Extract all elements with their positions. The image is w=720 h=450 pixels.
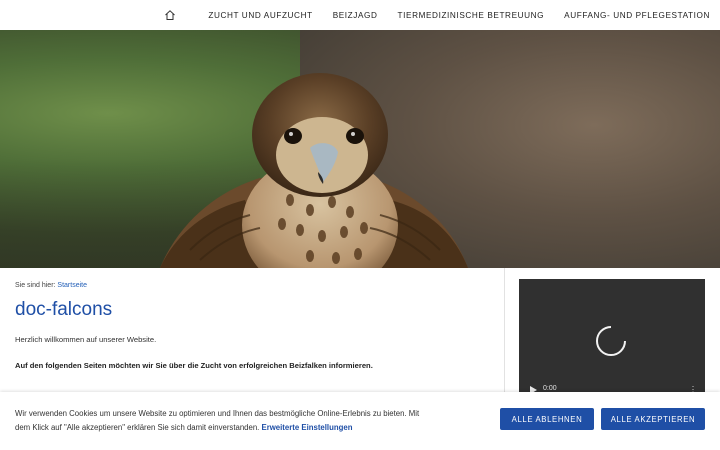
main-content: Sie sind hier: Startseite doc-falcons He… [15, 282, 495, 370]
falcon-image [160, 73, 468, 268]
nav-item-auffang[interactable]: AUFFANG- UND PFLEGESTATION [564, 11, 710, 20]
home-icon[interactable] [164, 9, 176, 21]
cookie-text: Wir verwenden Cookies um unsere Website … [15, 409, 420, 432]
intro-text: Auf den folgenden Seiten möchten wir Sie… [15, 361, 373, 370]
top-navigation: ZUCHT UND AUFZUCHT BEIZJAGD TIERMEDIZINI… [0, 0, 720, 30]
cookie-settings-link[interactable]: Erweiterte Einstellungen [262, 423, 353, 432]
breadcrumb-link-startseite[interactable]: Startseite [57, 282, 87, 289]
reject-all-button[interactable]: ALLE ABLEHNEN [500, 408, 594, 430]
hero-image [0, 30, 720, 268]
nav-item-beizjagd[interactable]: BEIZJAGD [333, 11, 378, 20]
accept-all-button[interactable]: ALLE AKZEPTIEREN [601, 408, 705, 430]
cookie-banner: Wir verwenden Cookies um unsere Website … [0, 392, 720, 450]
video-time: 0:00 [543, 385, 557, 392]
loading-spinner-icon [596, 326, 626, 356]
video-player[interactable]: 0:00 ⋮ [519, 279, 705, 397]
nav-item-tiermedizin[interactable]: TIERMEDIZINISCHE BETREUUNG [398, 11, 545, 20]
welcome-text: Herzlich willkommen auf unserer Website. [15, 335, 157, 344]
nav-item-zucht[interactable]: ZUCHT UND AUFZUCHT [208, 11, 312, 20]
breadcrumb: Sie sind hier: Startseite [15, 282, 495, 289]
page-title: doc-falcons [15, 299, 113, 320]
sidebar-divider [504, 268, 505, 398]
cookie-notice: Wir verwenden Cookies um unsere Website … [15, 407, 435, 435]
breadcrumb-prefix: Sie sind hier: [15, 282, 56, 289]
